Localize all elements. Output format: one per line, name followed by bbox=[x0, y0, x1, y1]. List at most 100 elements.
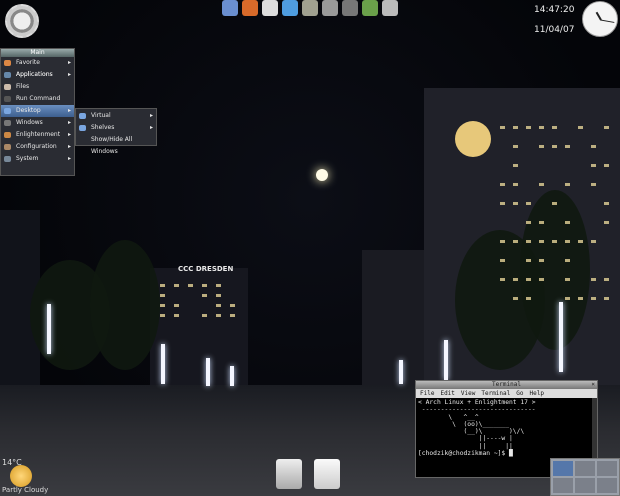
building-window bbox=[500, 278, 505, 281]
building-window bbox=[513, 240, 518, 243]
street-lamp bbox=[47, 304, 51, 354]
close-icon[interactable]: × bbox=[591, 381, 595, 389]
tree bbox=[520, 190, 590, 350]
submenu-item-virtual[interactable]: Virtual ▸ bbox=[76, 110, 156, 122]
windows-icon bbox=[4, 120, 11, 126]
building-window bbox=[604, 202, 609, 205]
submenu-item-show-hide-all-windows[interactable]: Show/Hide All Windows bbox=[76, 134, 156, 146]
moon bbox=[316, 169, 328, 181]
run-icon bbox=[4, 96, 11, 102]
desktop-icon bbox=[79, 125, 86, 131]
desk-5[interactable] bbox=[575, 478, 595, 493]
street-lamp bbox=[559, 302, 563, 372]
ship-icon[interactable] bbox=[342, 0, 358, 16]
building-window bbox=[188, 284, 193, 287]
menu-item-label: Run Command bbox=[16, 95, 60, 102]
virtual-desktop-pager[interactable] bbox=[550, 458, 620, 496]
terminal-menu-file[interactable]: File bbox=[420, 389, 434, 398]
building-window bbox=[202, 284, 207, 287]
menu-item-files[interactable]: Files bbox=[1, 81, 74, 93]
trident-icon[interactable] bbox=[282, 0, 298, 16]
terminal-menu-view[interactable]: View bbox=[461, 389, 475, 398]
terminal-title: Terminal bbox=[492, 381, 521, 388]
desktop-icon bbox=[4, 108, 11, 114]
text-editor-icon[interactable] bbox=[314, 459, 340, 489]
building-window bbox=[604, 297, 609, 300]
media-player-icon[interactable] bbox=[276, 459, 302, 489]
building-window bbox=[526, 221, 531, 224]
notepad-icon[interactable] bbox=[302, 0, 318, 16]
finder-icon[interactable] bbox=[222, 0, 238, 16]
menu-item-label: Windows bbox=[16, 119, 43, 126]
digital-clock-date: 11/04/07 bbox=[534, 25, 574, 35]
building-window bbox=[565, 297, 570, 300]
desk-4[interactable] bbox=[553, 478, 573, 493]
folder-icon[interactable] bbox=[322, 0, 338, 16]
system-icon bbox=[4, 156, 11, 162]
building-window bbox=[539, 240, 544, 243]
building-window bbox=[202, 294, 207, 297]
camera-icon[interactable] bbox=[382, 0, 398, 16]
desktop-icon bbox=[79, 113, 86, 119]
submenu-item-shelves[interactable]: Shelves ▸ bbox=[76, 122, 156, 134]
files-icon bbox=[4, 84, 11, 90]
building-window bbox=[526, 202, 531, 205]
palm-icon[interactable] bbox=[362, 0, 378, 16]
submenu-arrow-icon: ▸ bbox=[68, 153, 71, 165]
terminal-menu-help[interactable]: Help bbox=[530, 389, 544, 398]
terminal-output[interactable]: < Arch Linux + Enlightment 17 > --------… bbox=[416, 398, 597, 458]
building-window bbox=[565, 145, 570, 148]
street-lamp bbox=[206, 358, 210, 386]
building-window bbox=[500, 259, 505, 262]
building-window bbox=[539, 259, 544, 262]
desk-6[interactable] bbox=[597, 478, 617, 493]
digital-clock-time: 14:47:20 bbox=[534, 5, 574, 15]
desk-1[interactable] bbox=[553, 461, 573, 476]
building-window bbox=[604, 164, 609, 167]
building-window bbox=[591, 164, 596, 167]
street-lamp bbox=[230, 366, 234, 386]
menu-item-enlightenment[interactable]: Enlightenment ▸ bbox=[1, 129, 74, 141]
submenu-arrow-icon: ▸ bbox=[68, 69, 71, 81]
firefox-icon[interactable] bbox=[242, 0, 258, 16]
terminal-menu-terminal[interactable]: Terminal bbox=[481, 389, 510, 398]
terminal-menu-go[interactable]: Go bbox=[516, 389, 523, 398]
apps-icon bbox=[4, 72, 11, 78]
desk-3[interactable] bbox=[597, 461, 617, 476]
submenu-arrow-icon: ▸ bbox=[150, 110, 153, 122]
building-window bbox=[526, 240, 531, 243]
building-window bbox=[513, 145, 518, 148]
terminal-menu-edit[interactable]: Edit bbox=[440, 389, 454, 398]
menu-item-desktop[interactable]: Desktop ▸ bbox=[1, 105, 74, 117]
desktop-submenu: Virtual ▸ Shelves ▸ Show/Hide All Windows bbox=[75, 108, 157, 146]
menu-item-applications[interactable]: Applications ▸ bbox=[1, 69, 74, 81]
weather-condition: Partly Cloudy bbox=[2, 486, 48, 494]
menu-item-favorite-applications[interactable]: Favorite Applications ▸ bbox=[1, 57, 74, 69]
building-window bbox=[500, 183, 505, 186]
building-window bbox=[526, 278, 531, 281]
building-window bbox=[513, 126, 518, 129]
desk-2[interactable] bbox=[575, 461, 595, 476]
menu-item-windows[interactable]: Windows ▸ bbox=[1, 117, 74, 129]
submenu-item-label: Shelves bbox=[91, 124, 114, 131]
terminal-titlebar[interactable]: Terminal × bbox=[416, 381, 597, 389]
menu-item-label: Applications bbox=[16, 71, 53, 78]
building-window bbox=[230, 314, 235, 317]
file-icon[interactable] bbox=[262, 0, 278, 16]
menu-item-configuration[interactable]: Configuration ▸ bbox=[1, 141, 74, 153]
ccc-sign: CCC DRESDEN bbox=[178, 265, 233, 273]
menu-item-run-command[interactable]: Run Command bbox=[1, 93, 74, 105]
submenu-arrow-icon: ▸ bbox=[68, 129, 71, 141]
menu-item-system[interactable]: System ▸ bbox=[1, 153, 74, 165]
street-lamp bbox=[444, 340, 448, 380]
building-window bbox=[160, 284, 165, 287]
building-window bbox=[578, 240, 583, 243]
menu-item-label: Configuration bbox=[16, 143, 57, 150]
menu-item-label: System bbox=[16, 155, 38, 162]
building-window bbox=[202, 314, 207, 317]
top-launcher-bar bbox=[222, 0, 398, 20]
enlightenment-start-button[interactable] bbox=[5, 4, 39, 38]
e-icon bbox=[4, 132, 11, 138]
building-window bbox=[578, 126, 583, 129]
config-icon bbox=[4, 144, 11, 150]
